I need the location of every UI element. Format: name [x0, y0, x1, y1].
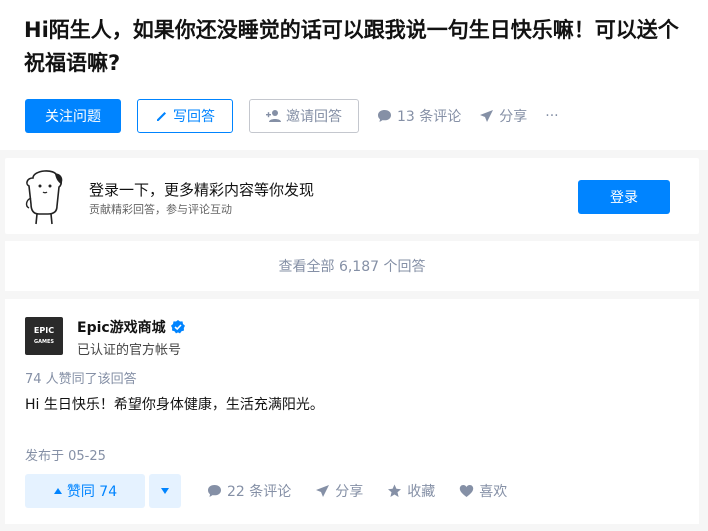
- publish-date[interactable]: 发布于 05-25: [25, 445, 106, 464]
- question-share-button[interactable]: 分享: [479, 106, 527, 126]
- heart-icon: [459, 484, 474, 498]
- question-share-label: 分享: [499, 109, 528, 125]
- upvote-button[interactable]: 赞同 74: [25, 474, 145, 508]
- comment-icon: [377, 109, 392, 123]
- avatar-logo-top: EPIC: [33, 325, 55, 335]
- login-button[interactable]: 登录: [578, 180, 670, 214]
- star-icon: [387, 484, 402, 498]
- pencil-icon: [155, 109, 169, 123]
- more-icon: ···: [545, 108, 559, 124]
- like-button[interactable]: 喜欢: [459, 481, 507, 501]
- triangle-up-icon: [53, 487, 63, 495]
- answer-content: Hi 生日快乐！希望你身体健康，生活充满阳光。: [25, 397, 324, 413]
- invite-answer-label: 邀请回答: [286, 109, 342, 125]
- answer-comments-button[interactable]: 22 条评论: [207, 481, 291, 501]
- login-prompt-subtitle: 贡献精彩回答，参与评论互动: [89, 203, 232, 216]
- question-comments-label: 13 条评论: [397, 109, 462, 125]
- triangle-down-icon: [160, 487, 170, 495]
- question-comments-button[interactable]: 13 条评论: [377, 106, 461, 126]
- question-actions: 关注问题 写回答 邀请回答 13 条评论 分享 ···: [25, 99, 559, 133]
- answer-comments-label: 22 条评论: [227, 484, 292, 500]
- verified-badge-icon: [170, 319, 186, 335]
- add-user-icon: [266, 109, 282, 123]
- write-answer-label: 写回答: [173, 109, 215, 125]
- answer-actions: 赞同 74 22 条评论 分享 收藏 喜欢: [25, 474, 507, 508]
- share-icon: [315, 484, 330, 498]
- author-name-link[interactable]: Epic游戏商城: [77, 317, 186, 337]
- answer-share-button[interactable]: 分享: [315, 481, 363, 501]
- upvote-count-note: 74 人赞同了该回答: [25, 372, 137, 387]
- collect-label: 收藏: [407, 484, 436, 500]
- avatar-logo-bottom: GAMES: [34, 338, 54, 345]
- answer-card: EPIC GAMES Epic游戏商城 已认证的官方帐号 74 人赞同了该回答 …: [5, 299, 699, 524]
- avatar[interactable]: EPIC GAMES: [25, 317, 63, 355]
- downvote-button[interactable]: [149, 474, 181, 508]
- login-prompt-card: 登录一下，更多精彩内容等你发现 贡献精彩回答，参与评论互动 登录: [5, 158, 699, 234]
- answer-share-label: 分享: [335, 484, 364, 500]
- comment-icon: [207, 484, 222, 498]
- view-all-answers-label: 查看全部 6,187 个回答: [278, 259, 426, 275]
- login-prompt-title: 登录一下，更多精彩内容等你发现: [89, 181, 315, 199]
- upvote-label: 赞同 74: [66, 484, 118, 500]
- question-header: Hi陌生人，如果你还没睡觉的话可以跟我说一句生日快乐嘛！可以送个祝福语嘛? 关注…: [0, 0, 708, 150]
- invite-answer-button[interactable]: 邀请回答: [249, 99, 359, 133]
- mascot-illustration: [21, 166, 71, 228]
- share-icon: [479, 109, 494, 123]
- question-title: Hi陌生人，如果你还没睡觉的话可以跟我说一句生日快乐嘛！可以送个祝福语嘛?: [24, 18, 679, 75]
- collect-button[interactable]: 收藏: [387, 481, 435, 501]
- like-label: 喜欢: [479, 484, 508, 500]
- author-name: Epic游戏商城: [77, 320, 166, 336]
- more-options-button[interactable]: ···: [545, 108, 558, 124]
- write-answer-button[interactable]: 写回答: [137, 99, 233, 133]
- follow-question-button[interactable]: 关注问题: [25, 99, 121, 133]
- view-all-answers-button[interactable]: 查看全部 6,187 个回答: [5, 241, 699, 291]
- author-badge: 已认证的官方帐号: [77, 343, 182, 358]
